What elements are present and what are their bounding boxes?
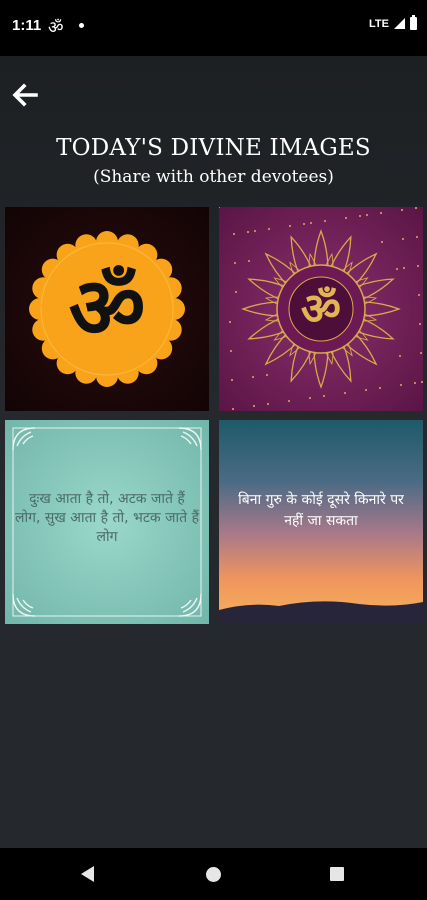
decor-dot [413, 381, 417, 385]
nav-home-icon[interactable] [206, 867, 221, 882]
decor-dot [365, 213, 369, 217]
decor-dot [380, 240, 384, 244]
app-screen: TODAY'S DIVINE IMAGES (Share with other … [0, 56, 427, 848]
decor-dot [302, 222, 306, 226]
decor-dot [233, 261, 237, 265]
decor-dot [232, 232, 236, 236]
om-symbol: ॐ [301, 284, 341, 335]
decor-dot [253, 229, 257, 233]
decor-dot [252, 404, 256, 408]
decor-dot [308, 396, 312, 400]
decor-dot [234, 290, 238, 294]
decor-dot [395, 267, 399, 271]
decor-dot [251, 375, 255, 379]
decor-dot [418, 322, 422, 326]
decor-dot [228, 320, 232, 324]
decor-dot [415, 235, 419, 239]
decor-dot [247, 259, 251, 263]
system-nav-bar [0, 848, 427, 900]
decor-dot [229, 349, 233, 353]
arrow-left-icon [12, 83, 38, 107]
decor-dot [231, 407, 235, 411]
decor-dot [288, 224, 292, 228]
decor-dot [401, 237, 405, 241]
om-symbol: ॐ [69, 259, 146, 357]
decor-dot [358, 214, 362, 218]
decor-dot [265, 373, 269, 377]
status-bar: 1:11 ॐ LTE [0, 0, 427, 56]
decor-dot [379, 211, 383, 215]
decor-dot [399, 383, 403, 387]
decor-dot [402, 266, 406, 270]
page-title: TODAY'S DIVINE IMAGES [56, 135, 371, 161]
image-tile-om-orange[interactable]: ॐ [5, 207, 209, 411]
nav-back-icon[interactable] [81, 866, 94, 882]
notification-dot-icon [79, 23, 84, 28]
page-subtitle: (Share with other devotees) [93, 167, 334, 187]
image-tile-quote-teal[interactable]: दुःख आता है तो, अटक जाते हैं लोग, सुख आत… [5, 420, 209, 624]
quote-text: बिना गुरु के कोई दूसरे किनारे पर नहीं जा… [238, 492, 404, 529]
decor-dot [266, 402, 270, 406]
decor-dot [287, 399, 291, 403]
decor-dot [364, 388, 368, 392]
quote-text: दुःख आता है तो, अटक जाते हैं लोग, सुख आत… [15, 491, 199, 545]
signal-icon [394, 18, 405, 29]
decor-dot [322, 394, 326, 398]
battery-icon [410, 15, 417, 30]
network-type: LTE [369, 17, 389, 30]
om-notification-icon: ॐ [48, 18, 64, 37]
om-flower-image: ॐ [5, 207, 209, 411]
decor-dot [420, 380, 423, 384]
nav-recents-icon[interactable] [330, 867, 344, 881]
decor-dot [378, 386, 382, 390]
decor-dot [419, 351, 423, 355]
decor-dot [344, 216, 348, 220]
status-time: 1:11 [12, 17, 42, 34]
decor-dot [323, 219, 327, 223]
decor-dot [246, 230, 250, 234]
decor-dot [309, 221, 313, 225]
decor-dot [417, 293, 421, 297]
decor-dot [416, 264, 420, 268]
decor-dot [414, 207, 418, 210]
image-tile-om-mandala[interactable]: ॐ [219, 207, 423, 411]
decor-dot [267, 227, 271, 231]
decor-dot [343, 391, 347, 395]
decor-dot [230, 378, 234, 382]
status-indicators: LTE [369, 15, 417, 30]
om-mandala-image: ॐ [219, 207, 423, 411]
back-button[interactable] [10, 80, 40, 110]
decor-dot [400, 208, 404, 212]
image-tile-quote-sunset[interactable]: बिना गुरु के कोई दूसरे किनारे पर नहीं जा… [219, 420, 423, 624]
decor-dot [398, 354, 402, 358]
